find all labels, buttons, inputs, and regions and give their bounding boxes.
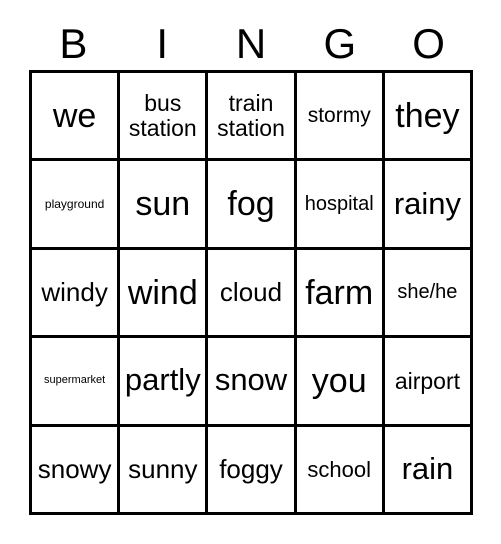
bingo-cell-label: cloud bbox=[219, 276, 283, 307]
bingo-cell-label: we bbox=[52, 96, 97, 135]
bingo-row: snowy sunny foggy school rain bbox=[32, 426, 474, 516]
bingo-header-row: B I N G O bbox=[29, 18, 473, 70]
bingo-cell-g2[interactable]: hospital bbox=[296, 161, 385, 250]
bingo-cell-label: supermarket bbox=[44, 374, 106, 387]
bingo-cell-label: snowy bbox=[37, 453, 112, 484]
bingo-cell-g3[interactable]: farm bbox=[296, 249, 385, 339]
bingo-cell-label: snow bbox=[214, 362, 288, 398]
bingo-cell-i5[interactable]: sunny bbox=[120, 426, 209, 516]
bingo-cell-g4[interactable]: you bbox=[296, 338, 385, 427]
bingo-cell-label: school bbox=[307, 456, 371, 482]
bingo-cell-label: they bbox=[395, 96, 460, 135]
bingo-cell-i3[interactable]: wind bbox=[120, 249, 209, 339]
bingo-header-letter-b: B bbox=[59, 20, 88, 67]
bingo-cell-label: playground bbox=[44, 196, 105, 211]
bingo-cell-label: rain bbox=[401, 450, 454, 486]
bingo-cell-b2[interactable]: playground bbox=[32, 161, 121, 250]
bingo-cell-o2[interactable]: rainy bbox=[384, 161, 474, 250]
bingo-cell-label: wind bbox=[127, 273, 198, 312]
bingo-cell-b5[interactable]: snowy bbox=[32, 426, 121, 516]
bingo-cell-n4[interactable]: snow bbox=[208, 338, 297, 427]
bingo-row: supermarket partly snow you airport bbox=[32, 338, 474, 427]
bingo-cell-n1[interactable]: train station bbox=[208, 73, 297, 162]
bingo-cell-g1[interactable]: stormy bbox=[296, 73, 385, 162]
bingo-cell-label: train station bbox=[217, 90, 285, 141]
bingo-cell-o3[interactable]: she/he bbox=[384, 249, 474, 339]
bingo-cell-i2[interactable]: sun bbox=[120, 161, 209, 250]
bingo-cell-label: she/he bbox=[397, 280, 458, 303]
bingo-header-letter-i: I bbox=[156, 20, 169, 67]
bingo-cell-label: sun bbox=[135, 185, 191, 224]
bingo-cell-n2[interactable]: fog bbox=[208, 161, 297, 250]
bingo-cell-label: partly bbox=[124, 362, 201, 398]
bingo-cell-label: bus station bbox=[128, 90, 197, 141]
bingo-cell-label: you bbox=[311, 361, 367, 400]
bingo-cell-label: windy bbox=[41, 276, 108, 307]
bingo-cell-label: rainy bbox=[393, 185, 462, 221]
bingo-grid: we bus station train station stormy they… bbox=[29, 70, 474, 516]
bingo-cell-o5[interactable]: rain bbox=[384, 426, 474, 516]
bingo-header-letter-o: O bbox=[412, 20, 445, 67]
bingo-cell-label: hospital bbox=[304, 192, 374, 215]
bingo-cell-n3[interactable]: cloud bbox=[208, 249, 297, 339]
bingo-cell-label: farm bbox=[305, 273, 374, 312]
bingo-cell-label: stormy bbox=[307, 103, 371, 127]
bingo-cell-b1[interactable]: we bbox=[32, 73, 121, 162]
bingo-cell-b3[interactable]: windy bbox=[32, 249, 121, 339]
bingo-cell-g5[interactable]: school bbox=[296, 426, 385, 516]
bingo-cell-i1[interactable]: bus station bbox=[120, 73, 209, 162]
bingo-cell-i4[interactable]: partly bbox=[120, 338, 209, 427]
bingo-cell-label: foggy bbox=[219, 453, 283, 484]
bingo-row: windy wind cloud farm she/he bbox=[32, 249, 474, 339]
bingo-cell-label: fog bbox=[227, 185, 275, 224]
bingo-cell-o4[interactable]: airport bbox=[384, 338, 474, 427]
bingo-cell-o1[interactable]: they bbox=[384, 73, 474, 162]
bingo-card: B I N G O we bus station train station s… bbox=[0, 0, 501, 544]
bingo-row: playground sun fog hospital rainy bbox=[32, 161, 474, 250]
bingo-header-letter-n: N bbox=[235, 20, 267, 67]
bingo-cell-b4[interactable]: supermarket bbox=[32, 338, 121, 427]
bingo-row: we bus station train station stormy they bbox=[32, 73, 474, 162]
bingo-cell-n5[interactable]: foggy bbox=[208, 426, 297, 516]
bingo-cell-label: airport bbox=[394, 367, 461, 394]
bingo-header-letter-g: G bbox=[323, 20, 357, 67]
bingo-cell-label: sunny bbox=[128, 453, 198, 484]
